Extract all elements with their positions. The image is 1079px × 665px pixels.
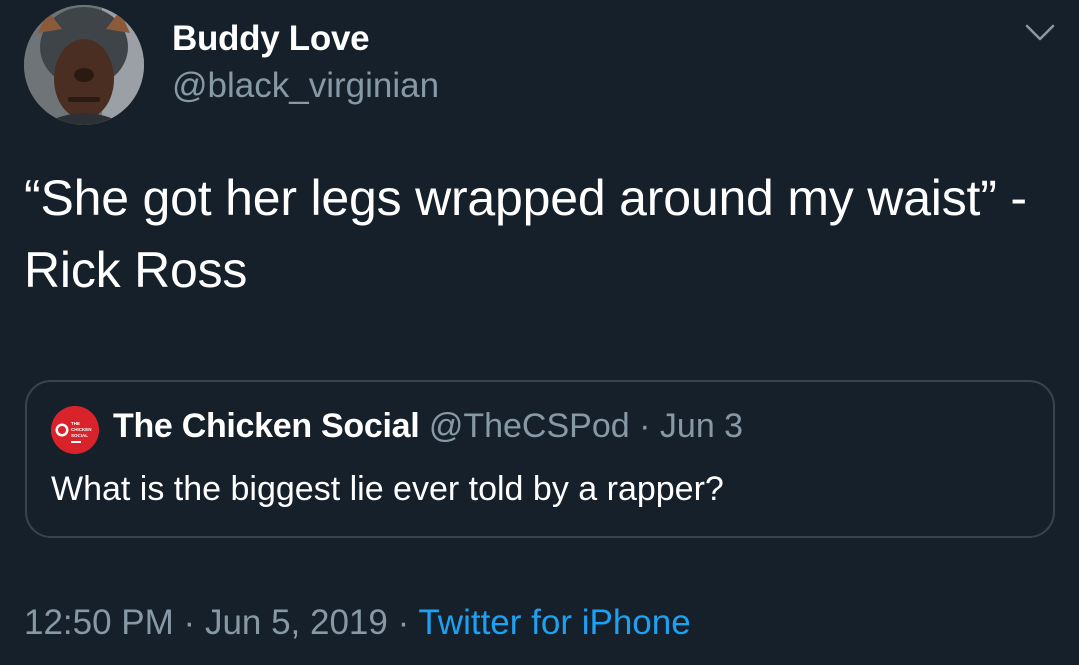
author-handle[interactable]: @black_virginian (172, 66, 439, 106)
logo-line-1: THE (71, 421, 80, 426)
tweet-text: “She got her legs wrapped around my wais… (24, 170, 1027, 298)
logo-line-2: CHICKEN (71, 427, 92, 432)
logo-line-3: SOCIAL (71, 433, 88, 438)
quoted-tweet-display-name[interactable]: The Chicken Social (113, 407, 420, 445)
quoted-tweet-date[interactable]: Jun 3 (660, 407, 743, 445)
meta-separator: · (183, 603, 196, 642)
quoted-tweet-card[interactable]: THE CHICKEN SOCIAL The Chicken Social @T… (25, 380, 1055, 538)
quoted-tweet-header: The Chicken Social @TheCSPod · Jun 3 (113, 407, 743, 446)
quoted-tweet-avatar: THE CHICKEN SOCIAL (51, 406, 99, 454)
chevron-down-icon[interactable] (1024, 22, 1056, 44)
quoted-tweet-separator: · (639, 407, 651, 445)
tweet-date[interactable]: Jun 5, 2019 (205, 603, 388, 642)
chicken-social-logo: THE CHICKEN SOCIAL (51, 406, 99, 454)
tweet: Buddy Love @black_virginian “She got her… (0, 0, 1079, 665)
tweet-time[interactable]: 12:50 PM (24, 603, 174, 642)
quoted-tweet-text: What is the biggest lie ever told by a r… (51, 470, 724, 508)
tweet-source-link[interactable]: Twitter for iPhone (418, 603, 690, 642)
author-avatar-image (24, 5, 144, 125)
author-avatar[interactable] (24, 5, 144, 125)
tweet-metadata: 12:50 PM · Jun 5, 2019 · Twitter for iPh… (24, 603, 691, 643)
quoted-tweet-handle[interactable]: @TheCSPod (429, 407, 630, 445)
meta-separator: · (397, 603, 410, 642)
author-display-name[interactable]: Buddy Love (172, 19, 370, 59)
